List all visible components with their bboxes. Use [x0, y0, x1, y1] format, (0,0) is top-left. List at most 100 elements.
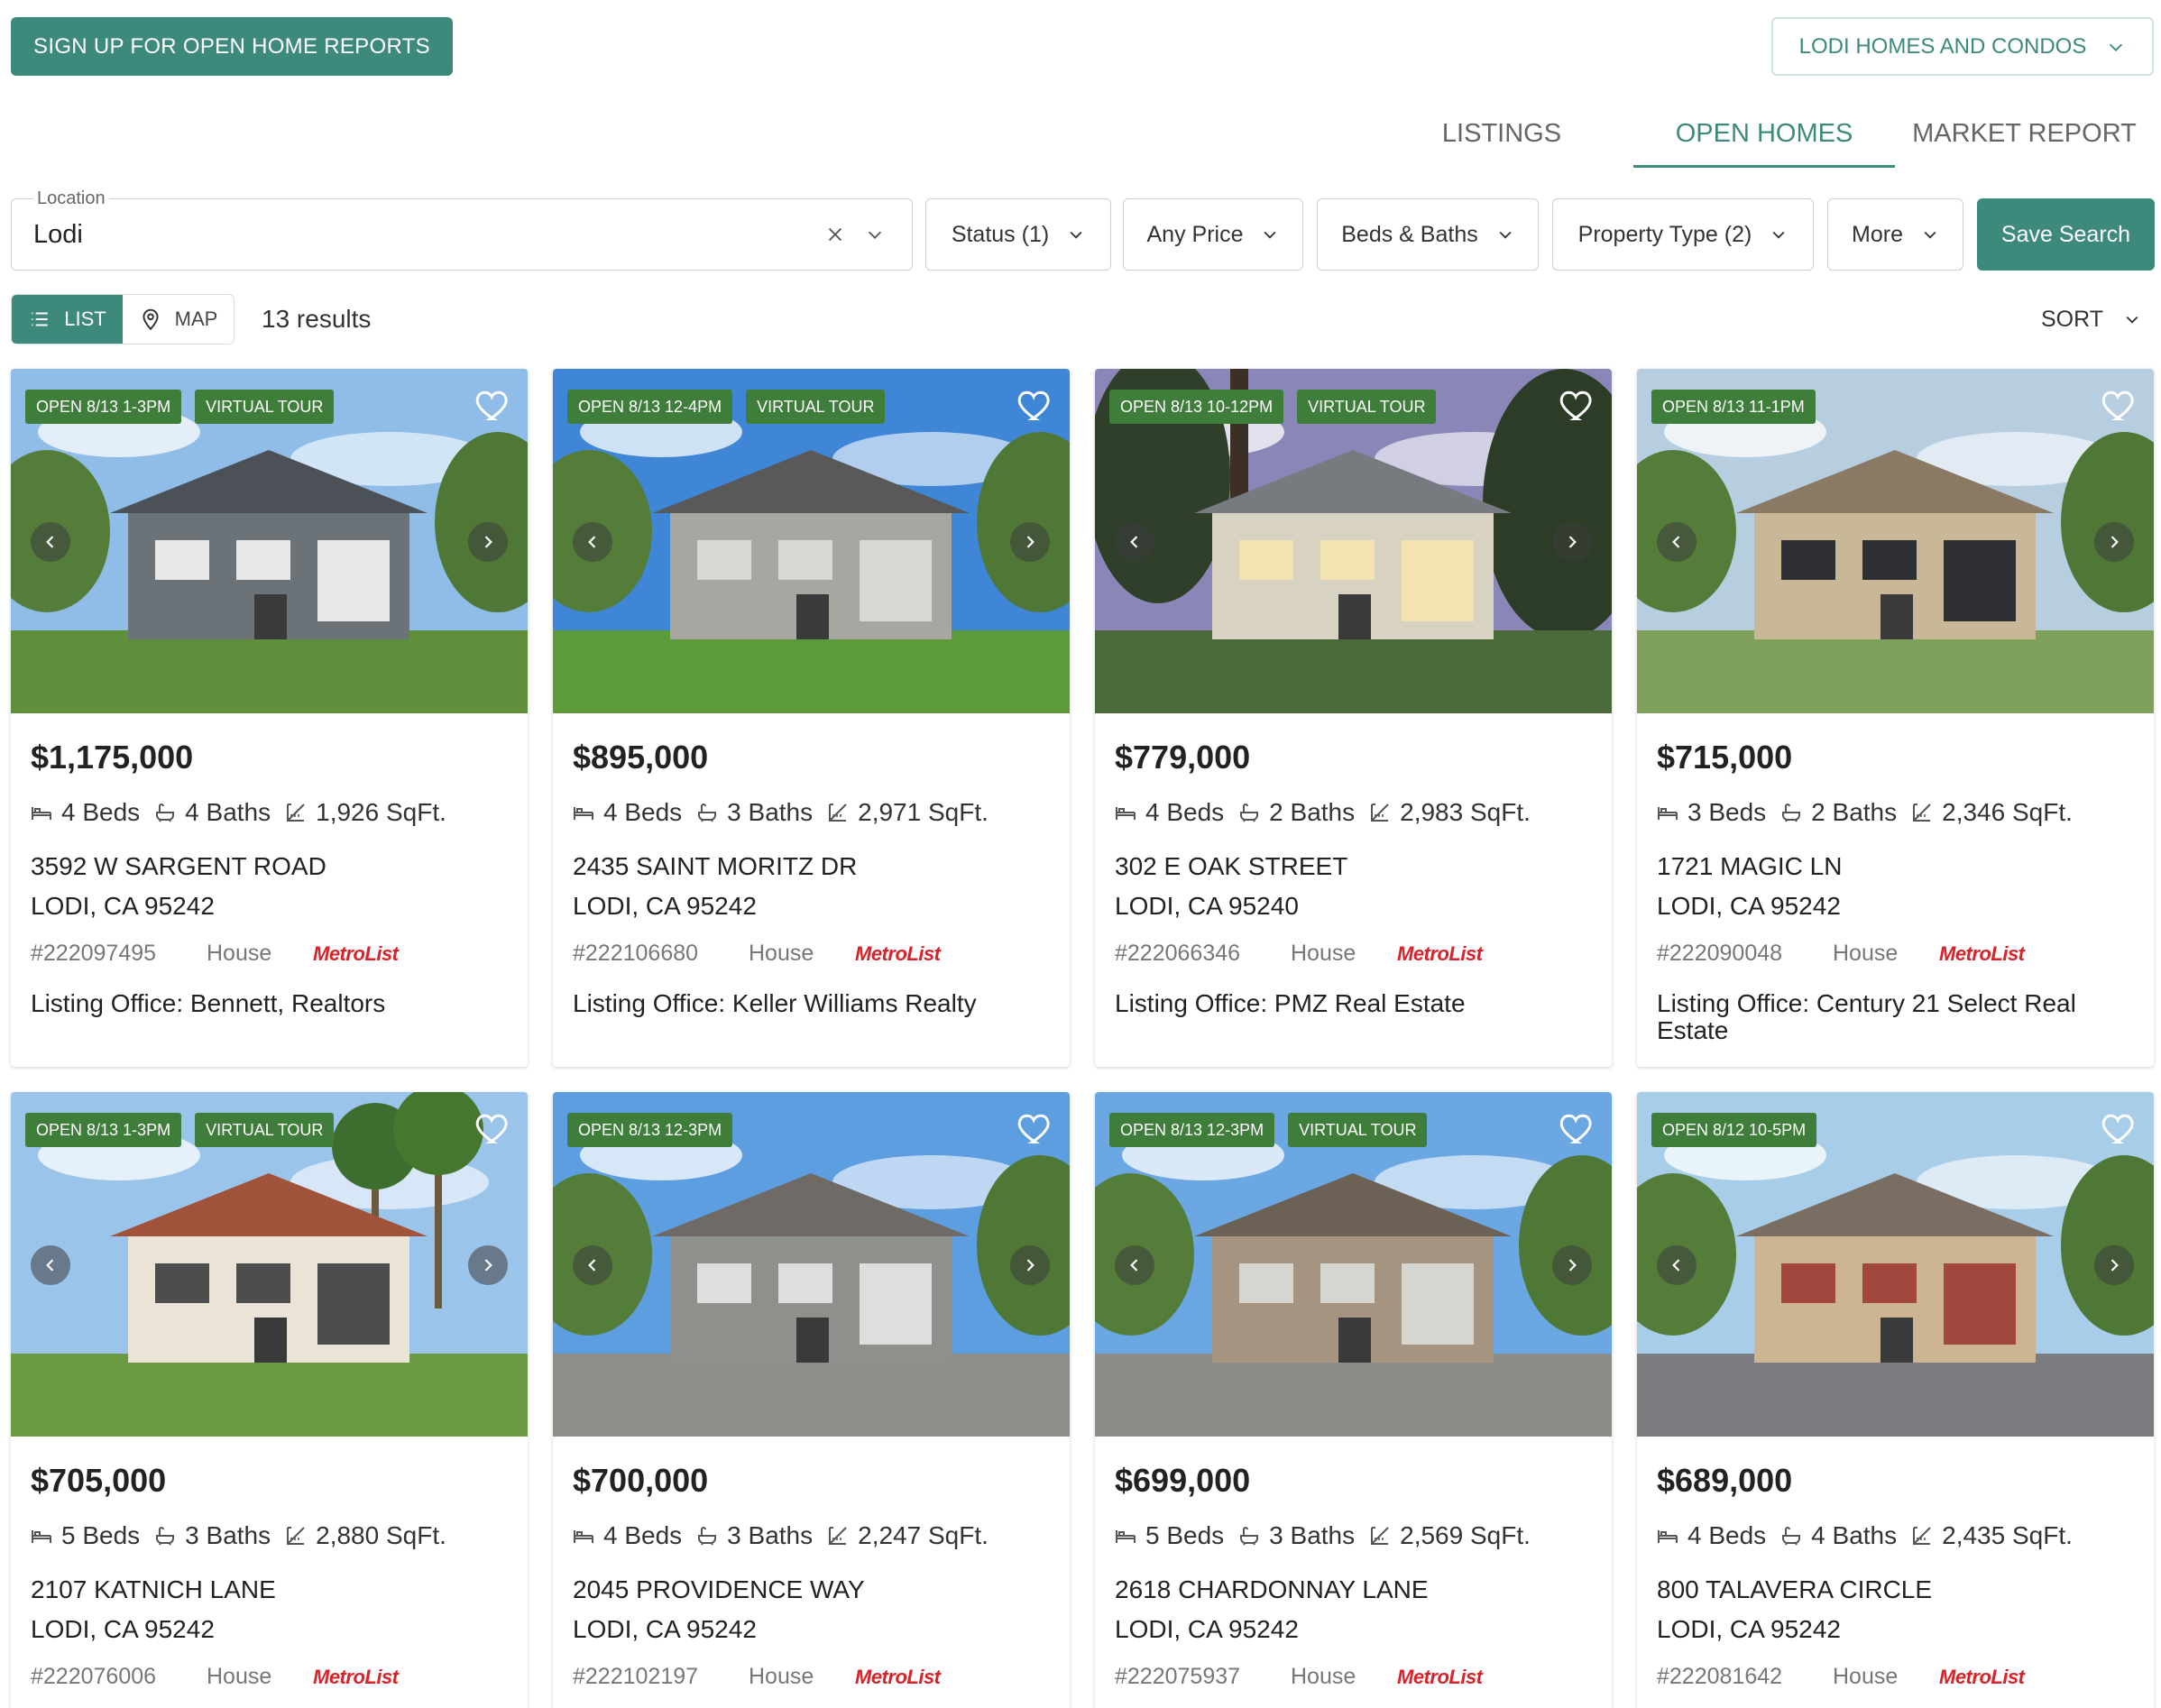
map-view-button[interactable]: MAP	[123, 295, 234, 344]
listing-photo[interactable]: OPEN 8/13 12-4PM VIRTUAL TOUR	[553, 369, 1070, 713]
baths-spec: 2 Baths	[1780, 798, 1897, 827]
tab-open-homes[interactable]: OPEN HOMES	[1633, 99, 1895, 168]
favorite-heart-icon[interactable]	[474, 385, 513, 425]
next-photo-button[interactable]	[1010, 1245, 1050, 1285]
listing-photo[interactable]: OPEN 8/13 1-3PM VIRTUAL TOUR	[11, 369, 528, 713]
list-view-label: LIST	[64, 308, 106, 330]
favorite-heart-icon[interactable]	[1016, 385, 1055, 425]
bed-icon	[32, 1530, 51, 1543]
property-type-filter[interactable]: Property Type (2)	[1552, 198, 1814, 271]
previous-photo-button[interactable]	[31, 1245, 70, 1285]
listing-card[interactable]: OPEN 8/13 12-4PM VIRTUAL TOUR $895,000 4…	[553, 369, 1070, 1067]
sort-dropdown[interactable]: SORT	[2041, 294, 2141, 344]
location-input[interactable]: Lodi	[33, 199, 83, 270]
listing-photo[interactable]: OPEN 8/13 11-1PM	[1637, 369, 2154, 713]
tab-listings[interactable]: LISTINGS	[1407, 99, 1596, 168]
list-view-button[interactable]: LIST	[12, 295, 123, 344]
next-photo-button[interactable]	[2094, 522, 2134, 562]
virtual-tour-badge[interactable]: VIRTUAL TOUR	[746, 390, 886, 424]
virtual-tour-badge[interactable]: VIRTUAL TOUR	[195, 1113, 335, 1147]
virtual-tour-badge[interactable]: VIRTUAL TOUR	[195, 390, 335, 424]
listing-photo[interactable]: OPEN 8/13 12-3PM VIRTUAL TOUR	[1095, 1092, 1612, 1437]
beds-value: 4 Beds	[1687, 1521, 1767, 1549]
chevron-right-icon	[1568, 536, 1577, 548]
previous-photo-button[interactable]	[1115, 522, 1154, 562]
listing-photo[interactable]: OPEN 8/13 10-12PM VIRTUAL TOUR	[1095, 369, 1612, 713]
favorite-heart-icon[interactable]	[1558, 1108, 1597, 1148]
beds-value: 4 Beds	[603, 798, 683, 826]
listing-photo[interactable]: OPEN 8/13 1-3PM VIRTUAL TOUR	[11, 1092, 528, 1437]
listing-address[interactable]: 302 E OAK STREET LODI, CA 95240	[1115, 847, 1592, 926]
next-photo-button[interactable]	[2094, 1245, 2134, 1285]
favorite-heart-icon[interactable]	[2100, 1108, 2139, 1148]
listing-price: $705,000	[31, 1462, 167, 1499]
baths-value: 4 Baths	[185, 798, 271, 826]
bed-icon	[1116, 1530, 1136, 1543]
previous-photo-button[interactable]	[1657, 1245, 1697, 1285]
next-photo-button[interactable]	[1010, 522, 1050, 562]
next-photo-button[interactable]	[468, 1245, 508, 1285]
listing-address[interactable]: 2045 PROVIDENCE WAY LODI, CA 95242	[573, 1570, 1050, 1649]
listing-card[interactable]: OPEN 8/13 10-12PM VIRTUAL TOUR $779,000 …	[1095, 369, 1612, 1067]
virtual-tour-badge[interactable]: VIRTUAL TOUR	[1297, 390, 1437, 424]
street-address: 2107 KATNICH LANE	[31, 1575, 276, 1603]
previous-photo-button[interactable]	[1657, 522, 1697, 562]
virtual-tour-badge[interactable]: VIRTUAL TOUR	[1288, 1113, 1428, 1147]
listing-address[interactable]: 800 TALAVERA CIRCLE LODI, CA 95242	[1657, 1570, 2134, 1649]
chevron-right-icon	[484, 1259, 492, 1272]
previous-photo-button[interactable]	[1115, 1245, 1154, 1285]
listing-photo[interactable]: OPEN 8/13 12-3PM	[553, 1092, 1070, 1437]
listing-address[interactable]: 2618 CHARDONNAY LANE LODI, CA 95242	[1115, 1570, 1592, 1649]
favorite-heart-icon[interactable]	[1558, 385, 1597, 425]
save-search-button[interactable]: Save Search	[1977, 198, 2155, 271]
chevron-down-icon[interactable]	[865, 225, 885, 244]
list-icon	[32, 312, 48, 326]
tab-market-report[interactable]: MARKET REPORT	[1895, 99, 2154, 168]
metrolist-logo: MetroList	[313, 941, 399, 965]
city-state-zip: LODI, CA 95242	[573, 892, 757, 920]
listing-photo[interactable]: OPEN 8/12 10-5PM	[1637, 1092, 2154, 1437]
favorite-heart-icon[interactable]	[1016, 1108, 1055, 1148]
location-field[interactable]: Location Lodi	[11, 188, 913, 271]
listing-address[interactable]: 2435 SAINT MORITZ DR LODI, CA 95242	[573, 847, 1050, 926]
chevron-right-icon	[1568, 1259, 1577, 1272]
more-filter[interactable]: More	[1827, 198, 1963, 271]
listing-address[interactable]: 1721 MAGIC LN LODI, CA 95242	[1657, 847, 2134, 926]
previous-photo-button[interactable]	[573, 1245, 612, 1285]
previous-photo-button[interactable]	[573, 522, 612, 562]
bathtub-icon	[156, 1527, 175, 1546]
price-filter[interactable]: Any Price	[1123, 198, 1303, 271]
area-dropdown[interactable]: LODI HOMES AND CONDOS	[1771, 17, 2154, 76]
next-photo-button[interactable]	[1552, 1245, 1592, 1285]
next-photo-button[interactable]	[468, 522, 508, 562]
favorite-heart-icon[interactable]	[2100, 385, 2139, 425]
city-state-zip: LODI, CA 95242	[1115, 1615, 1299, 1643]
status-filter[interactable]: Status (1)	[925, 198, 1111, 271]
bed-icon	[32, 807, 51, 820]
signup-open-home-reports-button[interactable]: SIGN UP FOR OPEN HOME REPORTS	[11, 17, 453, 76]
listing-address[interactable]: 2107 KATNICH LANE LODI, CA 95242	[31, 1570, 508, 1649]
metrolist-logo: MetroList	[1397, 941, 1483, 965]
chevron-left-icon	[1130, 1259, 1138, 1272]
listing-card[interactable]: OPEN 8/13 12-3PM $700,000 4 Beds 3 Baths…	[553, 1092, 1070, 1708]
listing-card[interactable]: OPEN 8/13 1-3PM VIRTUAL TOUR $1,175,000 …	[11, 369, 528, 1067]
clear-icon[interactable]	[825, 225, 845, 244]
listing-address[interactable]: 3592 W SARGENT ROAD LODI, CA 95242	[31, 847, 508, 926]
sqft-value: 2,435 SqFt.	[1942, 1521, 2073, 1549]
next-photo-button[interactable]	[1552, 522, 1592, 562]
beds-spec: 3 Beds	[1657, 798, 1766, 827]
previous-photo-button[interactable]	[31, 522, 70, 562]
chevron-left-icon	[1672, 1259, 1680, 1272]
favorite-heart-icon[interactable]	[474, 1108, 513, 1148]
beds-spec: 4 Beds	[1115, 798, 1224, 827]
view-toggle: LIST MAP	[11, 294, 234, 344]
map-pin-icon	[143, 308, 159, 331]
city-state-zip: LODI, CA 95242	[31, 892, 215, 920]
listing-card[interactable]: OPEN 8/12 10-5PM $689,000 4 Beds 4 Baths…	[1637, 1092, 2154, 1708]
listing-card[interactable]: OPEN 8/13 12-3PM VIRTUAL TOUR $699,000 5…	[1095, 1092, 1612, 1708]
listing-card[interactable]: OPEN 8/13 11-1PM $715,000 3 Beds 2 Baths…	[1637, 369, 2154, 1067]
beds-baths-filter[interactable]: Beds & Baths	[1317, 198, 1539, 271]
baths-spec: 2 Baths	[1238, 798, 1355, 827]
listing-card[interactable]: OPEN 8/13 1-3PM VIRTUAL TOUR $705,000 5 …	[11, 1092, 528, 1708]
sqft-value: 2,983 SqFt.	[1400, 798, 1531, 826]
